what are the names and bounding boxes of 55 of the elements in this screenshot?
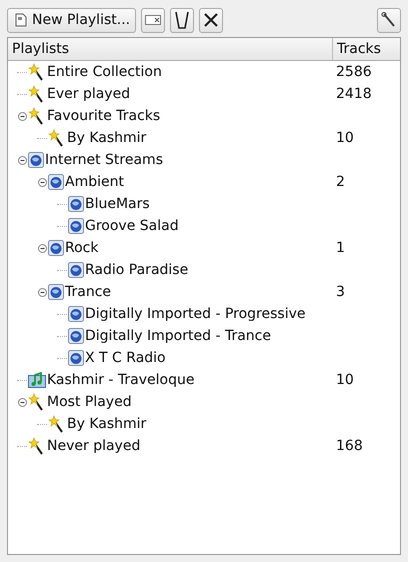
globe-icon: [28, 152, 44, 168]
globe-icon: [48, 284, 64, 300]
globe-icon: [68, 196, 84, 212]
playlist-name[interactable]: Internet Streams: [45, 152, 163, 168]
globe-icon: [68, 218, 84, 234]
track-count: 2: [336, 174, 345, 190]
track-count: 2586: [336, 64, 372, 80]
playlist-name[interactable]: Radio Paradise: [85, 262, 188, 278]
track-count: 2418: [336, 86, 372, 102]
column-header[interactable]: Playlists: [8, 38, 333, 60]
playlist-name[interactable]: Groove Salad: [85, 218, 179, 234]
playlist-name[interactable]: Kashmir - Traveloque: [47, 372, 194, 388]
playlist-name[interactable]: By Kashmir: [67, 130, 146, 146]
collapse-icon[interactable]: [38, 244, 46, 252]
playlist-name[interactable]: Digitally Imported - Progressive: [85, 306, 306, 322]
trash-button[interactable]: [170, 8, 194, 32]
wrench-icon: [381, 12, 397, 28]
delete-button[interactable]: [199, 8, 224, 32]
track-count: 10: [336, 372, 354, 388]
globe-icon: [68, 350, 84, 366]
globe-icon: [48, 240, 64, 256]
collapse-icon[interactable]: [18, 156, 26, 164]
rename-button[interactable]: [141, 8, 166, 32]
settings-button[interactable]: [377, 8, 401, 32]
collapse-icon[interactable]: [38, 178, 46, 186]
music-note-icon: [28, 372, 46, 388]
playlist-name[interactable]: Never played: [47, 438, 140, 454]
globe-icon: [68, 262, 84, 278]
playlist-name[interactable]: By Kashmir: [67, 416, 146, 432]
playlist-name[interactable]: Rock: [65, 240, 98, 256]
playlist-name[interactable]: BlueMars: [85, 196, 150, 212]
playlist-name[interactable]: X T C Radio: [85, 350, 166, 366]
playlist-name[interactable]: Trance: [65, 284, 112, 300]
new-playlist-button[interactable]: New Playlist...: [7, 8, 136, 32]
globe-icon: [68, 328, 84, 344]
collapse-icon[interactable]: [18, 398, 26, 406]
close-icon: [203, 12, 220, 28]
track-count: 3: [336, 284, 345, 300]
playlist-name[interactable]: Most Played: [47, 394, 132, 410]
playlist-name[interactable]: Ambient: [65, 174, 124, 190]
bin-icon: [175, 11, 190, 29]
playlist-name[interactable]: Favourite Tracks: [47, 108, 160, 124]
collapse-icon[interactable]: [38, 288, 46, 296]
playlist-name[interactable]: Digitally Imported - Trance: [85, 328, 271, 344]
globe-icon: [48, 174, 64, 190]
column-header[interactable]: Tracks: [333, 38, 400, 60]
new-document-icon: [13, 12, 29, 28]
playlist-name[interactable]: Ever played: [47, 86, 130, 102]
track-count: 10: [336, 130, 354, 146]
globe-icon: [68, 306, 84, 322]
collapse-icon[interactable]: [18, 112, 26, 120]
track-count: 168: [336, 438, 363, 454]
track-count: 1: [336, 240, 345, 256]
playlist-name[interactable]: Entire Collection: [47, 64, 162, 80]
rename-icon: [145, 15, 162, 25]
